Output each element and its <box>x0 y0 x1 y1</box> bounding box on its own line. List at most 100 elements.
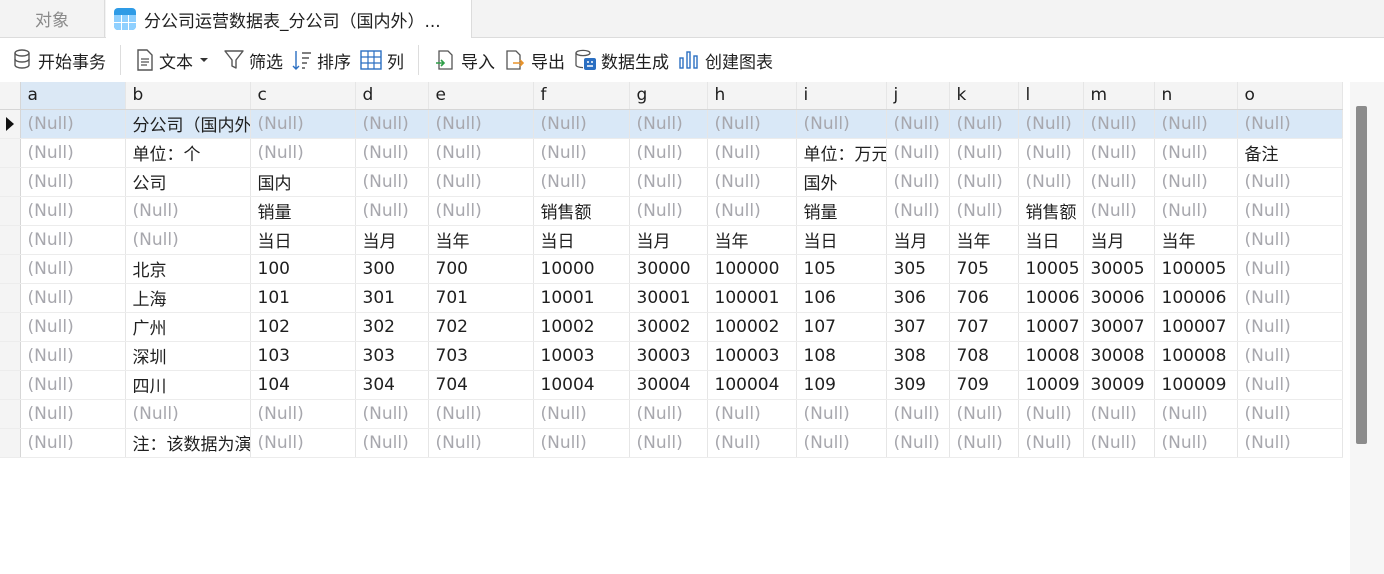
cell-k[interactable]: 707 <box>949 312 1019 342</box>
cell-j[interactable]: 当月 <box>886 225 950 255</box>
cell-b[interactable]: 注：该数据为演示数据 <box>125 428 251 458</box>
cell-g[interactable]: 30003 <box>629 341 708 371</box>
cell-h[interactable]: (Null) <box>707 196 797 226</box>
cell-c[interactable]: 国内 <box>250 167 356 197</box>
cell-c[interactable]: 100 <box>250 254 356 284</box>
cell-c[interactable]: 当日 <box>250 225 356 255</box>
cell-l[interactable]: 10008 <box>1018 341 1084 371</box>
cell-a[interactable]: (Null) <box>20 283 126 313</box>
cell-b[interactable]: (Null) <box>125 399 251 429</box>
cell-f[interactable]: (Null) <box>533 167 630 197</box>
column-header-h[interactable]: h <box>707 82 797 110</box>
cell-i[interactable]: (Null) <box>796 109 887 139</box>
cell-n[interactable]: (Null) <box>1154 399 1238 429</box>
cell-l[interactable]: (Null) <box>1018 138 1084 168</box>
import-button[interactable]: 导入 <box>429 45 499 75</box>
cell-h[interactable]: 100004 <box>707 370 797 400</box>
cell-e[interactable]: 702 <box>428 312 534 342</box>
cell-j[interactable]: (Null) <box>886 428 950 458</box>
column-header-m[interactable]: m <box>1083 82 1155 110</box>
cell-e[interactable]: (Null) <box>428 138 534 168</box>
cell-b[interactable]: 公司 <box>125 167 251 197</box>
cell-a[interactable]: (Null) <box>20 167 126 197</box>
cell-a[interactable]: (Null) <box>20 312 126 342</box>
row-indicator[interactable] <box>0 167 21 197</box>
cell-e[interactable]: 701 <box>428 283 534 313</box>
row-indicator[interactable] <box>0 138 21 168</box>
filter-button[interactable]: 筛选 <box>219 45 287 75</box>
cell-f[interactable]: 10001 <box>533 283 630 313</box>
cell-g[interactable]: 当月 <box>629 225 708 255</box>
cell-f[interactable]: (Null) <box>533 138 630 168</box>
cell-b[interactable]: (Null) <box>125 225 251 255</box>
cell-b[interactable]: 分公司（国内外 <box>125 109 251 139</box>
row-indicator[interactable] <box>0 283 21 313</box>
cell-l[interactable]: (Null) <box>1018 109 1084 139</box>
data-generation-button[interactable]: 数据生成 <box>569 45 673 75</box>
cell-f[interactable]: (Null) <box>533 399 630 429</box>
cell-e[interactable]: (Null) <box>428 399 534 429</box>
cell-a[interactable]: (Null) <box>20 138 126 168</box>
cell-o[interactable]: 备注 <box>1237 138 1343 168</box>
cell-g[interactable]: (Null) <box>629 399 708 429</box>
cell-o[interactable]: (Null) <box>1237 428 1343 458</box>
column-header-f[interactable]: f <box>533 82 630 110</box>
vertical-scrollbar[interactable] <box>1350 82 1384 574</box>
cell-d[interactable]: 当月 <box>355 225 429 255</box>
column-header-k[interactable]: k <box>949 82 1019 110</box>
table-row[interactable]: (Null) 单位：个 (Null) (Null) (Null) (Null) (Null)… <box>0 138 1343 168</box>
cell-n[interactable]: 100006 <box>1154 283 1238 313</box>
cell-b[interactable]: 广州 <box>125 312 251 342</box>
cell-o[interactable]: (Null) <box>1237 196 1343 226</box>
row-indicator[interactable] <box>0 109 21 139</box>
cell-k[interactable]: 705 <box>949 254 1019 284</box>
cell-h[interactable]: 100003 <box>707 341 797 371</box>
cell-b[interactable]: 深圳 <box>125 341 251 371</box>
cell-e[interactable]: (Null) <box>428 196 534 226</box>
cell-e[interactable]: 当年 <box>428 225 534 255</box>
cell-a[interactable]: (Null) <box>20 109 126 139</box>
cell-d[interactable]: 301 <box>355 283 429 313</box>
text-view-button[interactable]: 文本 <box>131 45 219 75</box>
export-button[interactable]: 导出 <box>499 45 569 75</box>
table-row[interactable]: (Null) 公司 国内 (Null) (Null) (Null) (Null) (Null)… <box>0 167 1343 197</box>
cell-c[interactable]: 103 <box>250 341 356 371</box>
cell-m[interactable]: (Null) <box>1083 399 1155 429</box>
cell-d[interactable]: (Null) <box>355 428 429 458</box>
tab-table-data[interactable]: 分公司运营数据表_分公司（国内外）... <box>106 0 472 38</box>
cell-j[interactable]: 308 <box>886 341 950 371</box>
cell-l[interactable]: 当日 <box>1018 225 1084 255</box>
cell-k[interactable]: 708 <box>949 341 1019 371</box>
cell-c[interactable]: 销量 <box>250 196 356 226</box>
cell-g[interactable]: (Null) <box>629 167 708 197</box>
data-grid[interactable]: abcdefghijklmno (Null) 分公司（国内外 (Null) (Null… <box>0 82 1343 458</box>
cell-c[interactable]: (Null) <box>250 109 356 139</box>
create-chart-button[interactable]: 创建图表 <box>673 45 777 75</box>
table-row[interactable]: (Null) (Null) (Null) (Null) (Null) (Null) (Nul… <box>0 399 1343 429</box>
cell-d[interactable]: (Null) <box>355 138 429 168</box>
begin-transaction-button[interactable]: 开始事务 <box>8 45 110 75</box>
cell-h[interactable]: (Null) <box>707 399 797 429</box>
cell-h[interactable]: 100001 <box>707 283 797 313</box>
cell-h[interactable]: 100002 <box>707 312 797 342</box>
cell-k[interactable]: (Null) <box>949 109 1019 139</box>
table-row[interactable]: (Null) (Null) 销量 (Null) (Null) 销售额 (Null) (Null… <box>0 196 1343 226</box>
cell-l[interactable]: 10005 <box>1018 254 1084 284</box>
column-header-j[interactable]: j <box>886 82 950 110</box>
cell-c[interactable]: 101 <box>250 283 356 313</box>
cell-f[interactable]: 当日 <box>533 225 630 255</box>
table-row[interactable]: (Null) 北京 100 300 700 10000 30000 100000 105 305 7… <box>0 254 1343 284</box>
cell-c[interactable]: (Null) <box>250 399 356 429</box>
column-header-l[interactable]: l <box>1018 82 1084 110</box>
cell-i[interactable]: (Null) <box>796 428 887 458</box>
cell-l[interactable]: (Null) <box>1018 399 1084 429</box>
table-row[interactable]: (Null) 广州 102 302 702 10002 30002 100002 107 307 7… <box>0 312 1343 342</box>
cell-o[interactable]: (Null) <box>1237 254 1343 284</box>
cell-k[interactable]: (Null) <box>949 399 1019 429</box>
cell-k[interactable]: (Null) <box>949 167 1019 197</box>
table-row[interactable]: (Null) 上海 101 301 701 10001 30001 100001 106 306 7… <box>0 283 1343 313</box>
cell-a[interactable]: (Null) <box>20 428 126 458</box>
column-header-n[interactable]: n <box>1154 82 1238 110</box>
cell-d[interactable]: (Null) <box>355 399 429 429</box>
cell-i[interactable]: 当日 <box>796 225 887 255</box>
